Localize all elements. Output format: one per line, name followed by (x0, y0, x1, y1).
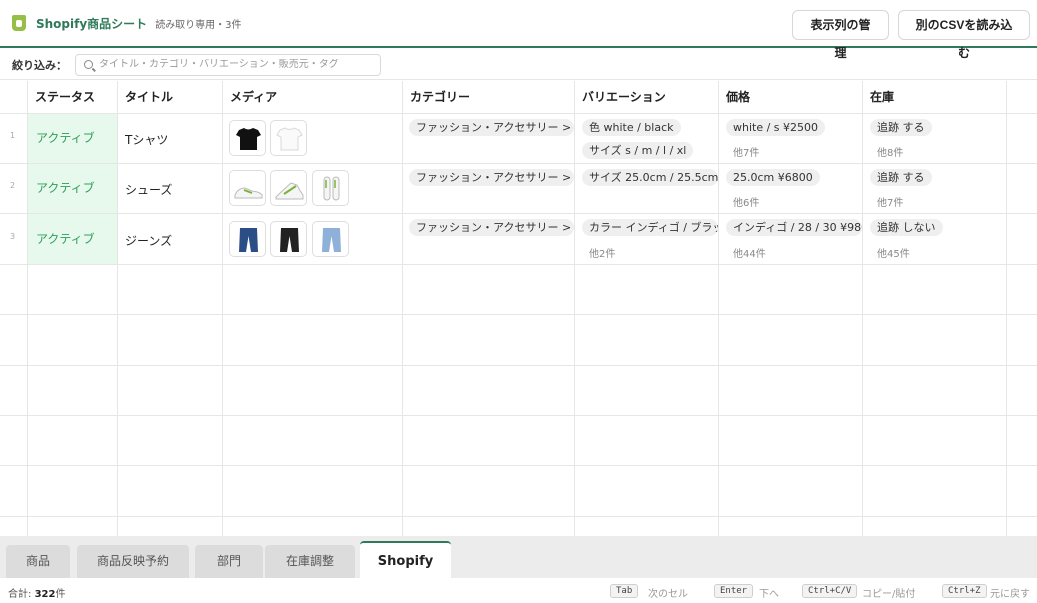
col-header-category[interactable]: カテゴリー (402, 81, 470, 113)
tab-shopify[interactable]: Shopify (360, 541, 451, 578)
shortcut-key: Ctrl+Z (942, 584, 987, 598)
category-pill[interactable]: ファッション・アクセサリー > 衣料品 (409, 119, 574, 136)
stock-more[interactable]: 他8件 (877, 144, 903, 159)
sneaker-side-thumbnail[interactable] (270, 170, 307, 206)
tab-products[interactable]: 商品 (6, 545, 70, 578)
white-tshirt-thumbnail[interactable] (270, 120, 307, 156)
price-pill[interactable]: white / s ¥2500 (726, 119, 826, 136)
row-number: 2 (10, 181, 16, 190)
jeans-light-thumbnail[interactable] (312, 221, 349, 257)
shortcut-label: 元に戻す (990, 589, 1030, 600)
shortcut-key: Ctrl+C/V (802, 584, 858, 598)
filter-input[interactable] (99, 59, 379, 70)
shortcut-key: Tab (610, 584, 639, 598)
status-bar: 合計: 322件 Tab 次のセル Enter 下へ Ctrl+C/V コピー/… (0, 578, 1037, 603)
status-cell[interactable]: アクティブ (28, 114, 117, 163)
title-cell[interactable]: Tシャツ (125, 131, 168, 148)
sneaker-thumbnail[interactable] (229, 170, 266, 206)
price-more[interactable]: 他44件 (733, 245, 766, 260)
col-header-title[interactable]: タイトル (117, 81, 173, 113)
shopify-bag-icon (12, 15, 26, 31)
stock-pill[interactable]: 追跡 する (870, 169, 932, 186)
shortcut-label: コピー/貼付 (862, 589, 916, 600)
filter-box[interactable] (75, 53, 381, 76)
filter-label: 絞り込み： (12, 58, 67, 72)
variant-pill[interactable]: 色 white / black (582, 119, 681, 136)
app-header: Shopify商品シート 読み取り専用・3件 表示列の管理 別のCSVを読み込む (0, 0, 1037, 60)
price-pill[interactable]: インディゴ / 28 / 30 ¥9800 (726, 219, 862, 236)
row-number: 1 (10, 131, 16, 140)
status-cell[interactable]: アクティブ (28, 164, 117, 213)
col-header-variants[interactable]: バリエーション (574, 81, 666, 113)
black-tshirt-thumbnail[interactable] (229, 120, 266, 156)
jeans-black-thumbnail[interactable] (270, 221, 307, 257)
import-csv-button[interactable]: 別のCSVを読み込む (898, 10, 1030, 60)
app-subtitle: 読み取り専用・3件 (155, 19, 242, 31)
search-icon (84, 60, 93, 69)
stock-pill[interactable]: 追跡 する (870, 119, 932, 136)
shortcut-label: 次のセル (648, 589, 688, 600)
variant-pill[interactable]: サイズ s / m / l / xl (582, 142, 694, 159)
col-header-media[interactable]: メディア (222, 81, 277, 113)
jeans-indigo-thumbnail[interactable] (229, 221, 266, 257)
total-count: 合計: 322件 (8, 589, 66, 600)
col-header-status[interactable]: ステータス (27, 81, 95, 113)
variant-pill[interactable]: カラー インディゴ / ブラック / ライト (582, 219, 718, 236)
stock-pill[interactable]: 追跡 しない (870, 219, 943, 236)
app-title: Shopify商品シート (36, 16, 148, 31)
shortcut-label: 下へ (759, 589, 779, 600)
price-more[interactable]: 他7件 (733, 144, 759, 159)
category-pill[interactable]: ファッション・アクセサリー > 靴 (409, 169, 574, 186)
col-header-price[interactable]: 価格 (718, 81, 750, 113)
category-pill[interactable]: ファッション・アクセサリー > 衣料品 (409, 219, 574, 236)
manage-columns-button[interactable]: 表示列の管理 (792, 10, 889, 60)
price-more[interactable]: 他6件 (733, 194, 759, 209)
title-cell[interactable]: シューズ (125, 181, 172, 198)
status-cell[interactable]: アクティブ (28, 214, 117, 264)
stock-more[interactable]: 他7件 (877, 194, 903, 209)
filter-bar: 絞り込み： (0, 50, 1037, 80)
sneaker-pair-thumbnail[interactable] (312, 170, 349, 206)
shortcut-key: Enter (714, 584, 754, 598)
tab-departments[interactable]: 部門 (195, 545, 263, 578)
variant-more[interactable]: 他2件 (589, 245, 615, 260)
price-pill[interactable]: 25.0cm ¥6800 (726, 169, 820, 186)
tab-stock-adjustment[interactable]: 在庫調整 (265, 545, 355, 578)
product-grid: ステータス タイトル メディア カテゴリー バリエーション 価格 在庫 1 アク… (0, 81, 1037, 536)
stock-more[interactable]: 他45件 (877, 245, 910, 260)
tab-scheduled-sync[interactable]: 商品反映予約 (77, 545, 189, 578)
sheet-tab-bar: 商品 商品反映予約 部門 在庫調整 Shopify (0, 536, 1037, 578)
col-header-stock[interactable]: 在庫 (862, 81, 894, 113)
variant-pill[interactable]: サイズ 25.0cm / 25.5cm / 26.0cm (582, 169, 718, 186)
title-cell[interactable]: ジーンズ (125, 232, 172, 249)
row-number: 3 (10, 232, 16, 241)
